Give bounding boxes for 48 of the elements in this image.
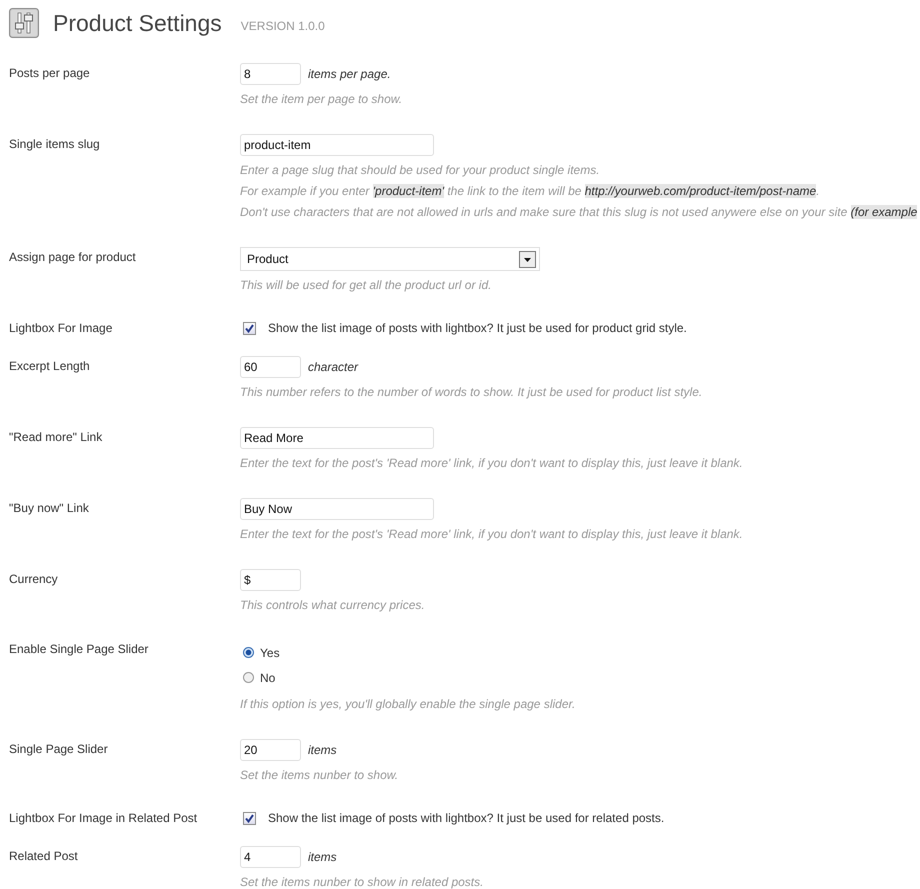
setting-description: Enter the text for the post's 'Read more' link, if you don't want to display this, just leave it blank. — [240, 526, 744, 543]
setting-description: Enter the text for the post's 'Read more' link, if you don't want to display this, just leave it blank. — [240, 455, 744, 472]
radio-label: Yes — [260, 646, 280, 660]
sliders-icon — [9, 8, 39, 38]
checkbox[interactable] — [243, 812, 256, 824]
setting-label: "Read more" Link — [9, 430, 102, 444]
setting-label: Posts per page — [9, 66, 90, 80]
setting-label: "Buy now" Link — [9, 501, 89, 515]
setting-label: Excerpt Length — [9, 359, 90, 373]
checkbox-label: Show the list image of posts with lightbox? It just be used for related posts. — [268, 811, 664, 825]
text-field[interactable]: Buy Now — [240, 498, 434, 520]
setting-description: This number refers to the number of words to show. It just be used for product list style. — [240, 384, 704, 401]
text-field[interactable]: $ — [240, 569, 301, 591]
radio-button[interactable] — [243, 647, 254, 658]
radio-label: No — [260, 670, 276, 684]
setting-description: This controls what currency prices. — [240, 597, 426, 614]
setting-description: Set the items nunber to show. — [240, 767, 400, 784]
setting-label: Lightbox For Image — [9, 321, 112, 335]
setting-label: Assign page for product — [9, 250, 136, 264]
setting-description: This will be used for get all the product url or id. — [240, 277, 492, 294]
setting-label: Enable Single Page Slider — [9, 642, 148, 656]
setting-description: Set the item per page to show. — [240, 91, 404, 108]
text-field[interactable]: 8 — [240, 63, 301, 85]
setting-label: Single Page Slider — [9, 742, 108, 756]
field-suffix: items per page. — [308, 67, 391, 81]
field-suffix: items — [308, 850, 337, 864]
text-field[interactable]: 20 — [240, 739, 301, 761]
text-field[interactable]: 4 — [240, 846, 301, 868]
setting-description: For example if you enter 'product-item' the link to the item will be http://yourweb.com/product-item/post-name. — [240, 183, 821, 200]
version-label: VERSION 1.0.0 — [240, 18, 325, 32]
checkbox[interactable] — [243, 322, 256, 334]
setting-label: Single items slug — [9, 137, 100, 151]
text-field[interactable]: 60 — [240, 356, 301, 378]
setting-description: If this option is yes, you'll globally enable the single page slider. — [240, 696, 576, 713]
setting-description: Set the items nunber to show in related posts. — [240, 874, 484, 889]
field-suffix: items — [308, 743, 337, 757]
setting-description: Enter a page slug that should be used for your product single items. — [240, 162, 601, 179]
setting-label: Currency — [9, 572, 58, 586]
setting-label: Related Post — [9, 849, 78, 863]
setting-label: Lightbox For Image in Related Post — [9, 811, 198, 825]
checkbox-label: Show the list image of posts with lightbox? It just be used for product grid style. — [268, 321, 687, 335]
field-suffix: character — [308, 360, 358, 374]
radio-button[interactable] — [243, 672, 254, 683]
page-dropdown[interactable]: Product — [240, 247, 540, 271]
page-title: Product Settings — [53, 10, 222, 36]
text-field[interactable]: product-item — [240, 134, 434, 156]
setting-description: Don't use characters that are not allowed in urls and make sure that this slug is not used anywere else on your site (for example — [240, 204, 918, 221]
text-field[interactable]: Read More — [240, 427, 434, 449]
